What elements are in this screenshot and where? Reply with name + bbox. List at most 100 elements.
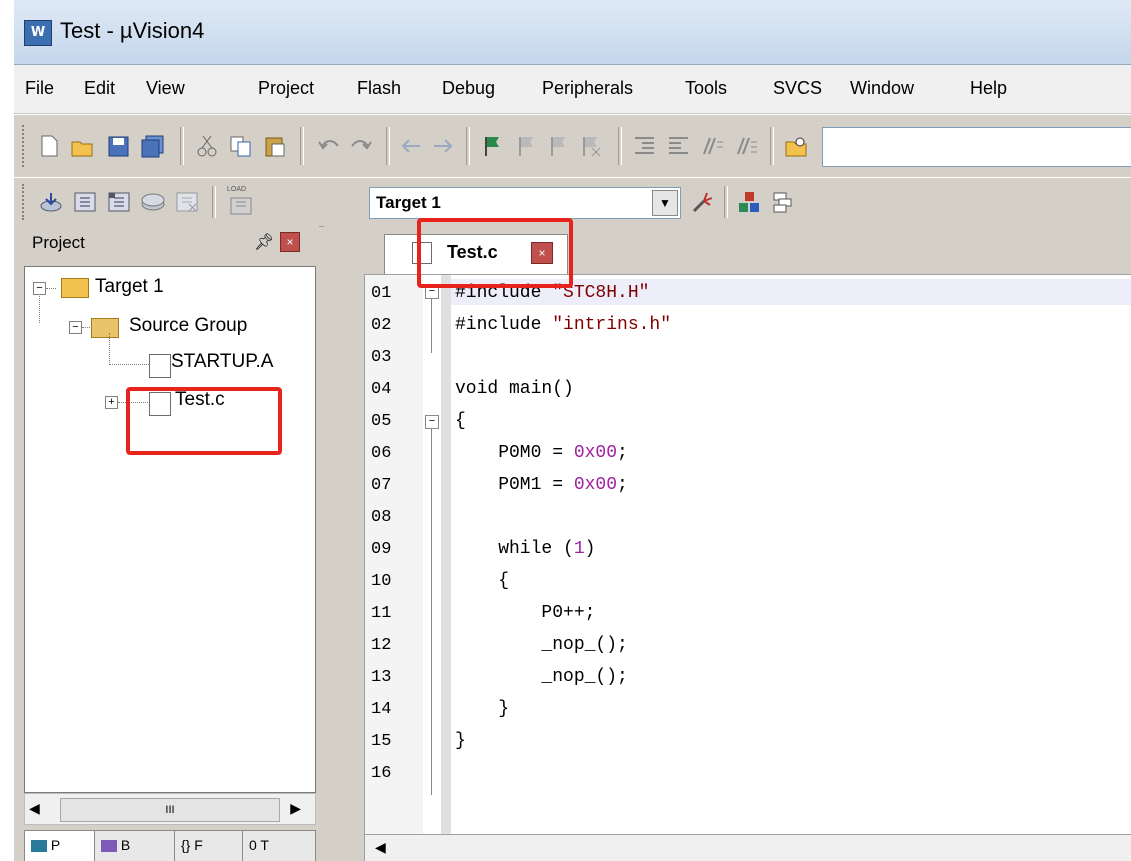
uncomment-icon[interactable]: [734, 134, 760, 158]
target-folder-icon: [61, 278, 89, 298]
tree-label-startup: STARTUP.A: [171, 351, 274, 372]
forward-icon[interactable]: [430, 134, 456, 158]
menu-file[interactable]: File: [25, 78, 54, 99]
download-icon[interactable]: LOAD: [226, 186, 256, 218]
code-margin-stripe: [441, 275, 451, 835]
toolbar-grip[interactable]: [22, 184, 28, 220]
tab-books[interactable]: B: [94, 830, 180, 861]
find-in-files-icon[interactable]: [784, 134, 810, 158]
rebuild-icon[interactable]: [106, 190, 132, 214]
menu-peripherals[interactable]: Peripherals: [542, 78, 633, 99]
tree-connector: [109, 333, 110, 363]
line-number: 05: [371, 412, 392, 431]
tab-project[interactable]: P: [24, 830, 100, 861]
copy-icon[interactable]: [228, 134, 254, 158]
chevron-down-icon[interactable]: ▼: [652, 190, 678, 216]
line-number: 16: [371, 764, 392, 783]
save-all-icon[interactable]: [140, 134, 166, 158]
target-options-icon[interactable]: [690, 190, 716, 214]
code-line: {: [455, 571, 510, 591]
scroll-left-icon[interactable]: ◀: [375, 839, 386, 856]
project-tab-icon: [31, 840, 47, 853]
menu-window[interactable]: Window: [850, 78, 914, 99]
collapse-icon[interactable]: −: [33, 282, 46, 295]
toolbar-separator: [300, 127, 304, 165]
code-line: void main(): [455, 379, 574, 399]
cut-icon[interactable]: [194, 134, 220, 158]
tab-templates[interactable]: 0 T: [242, 830, 316, 861]
fold-line: [431, 428, 432, 795]
tree-connector: [39, 293, 40, 323]
line-number: 09: [371, 540, 392, 559]
batch-build-icon[interactable]: [140, 190, 166, 214]
bookmark-icon[interactable]: [480, 134, 506, 158]
folder-icon: [91, 318, 119, 338]
manage-books-icon[interactable]: [770, 190, 796, 214]
menu-edit[interactable]: Edit: [84, 78, 115, 99]
pin-icon[interactable]: 📌︎: [254, 232, 274, 252]
paste-icon[interactable]: [262, 134, 288, 158]
menu-view[interactable]: View: [146, 78, 185, 99]
horizontal-scrollbar[interactable]: ◀ III ▶: [24, 793, 316, 825]
tab-functions[interactable]: {} F: [174, 830, 248, 861]
tree-label-source-group: Source Group: [129, 315, 248, 336]
unindent-icon[interactable]: [666, 134, 692, 158]
menu-svcs[interactable]: SVCS: [773, 78, 822, 99]
toolbar-grip[interactable]: [22, 125, 28, 167]
toolbar-separator: [212, 186, 216, 218]
tree-connector: [109, 364, 149, 365]
undo-icon[interactable]: [316, 134, 342, 158]
open-icon[interactable]: [70, 134, 96, 158]
code-line: P0++;: [455, 603, 596, 623]
toolbar-separator: [386, 127, 390, 165]
line-number: 10: [371, 572, 392, 591]
build-icon[interactable]: [72, 190, 98, 214]
line-number: 13: [371, 668, 392, 687]
next-bookmark-icon[interactable]: [546, 134, 572, 158]
stop-build-icon[interactable]: [174, 190, 200, 214]
collapse-icon[interactable]: −: [69, 321, 82, 334]
close-icon[interactable]: ×: [280, 232, 300, 252]
code-editor[interactable]: − − 01 02 03 04 05 06 07 08 09 10 11 12 …: [364, 274, 1131, 836]
line-number: 02: [371, 316, 392, 335]
save-icon[interactable]: [106, 134, 132, 158]
editor-horizontal-scrollbar[interactable]: ◀: [364, 834, 1131, 861]
back-icon[interactable]: [398, 134, 424, 158]
clear-bookmarks-icon[interactable]: [578, 134, 604, 158]
expand-icon[interactable]: +: [105, 396, 118, 409]
fold-collapse-icon[interactable]: −: [425, 415, 439, 429]
project-panel-header: Project 📌︎ ×: [14, 226, 319, 260]
indent-icon[interactable]: [632, 134, 658, 158]
fold-line: [431, 298, 432, 353]
code-line: P0M1 = 0x00;: [455, 475, 628, 495]
new-file-icon[interactable]: [36, 134, 62, 158]
comment-icon[interactable]: [700, 134, 726, 158]
line-number: 06: [371, 444, 392, 463]
scroll-thumb[interactable]: III: [60, 798, 280, 822]
tree-connector: [82, 327, 90, 328]
target-select[interactable]: Target 1 ▼: [369, 187, 681, 219]
menu-help[interactable]: Help: [970, 78, 1007, 99]
fold-margin: [423, 275, 443, 835]
toolbar-separator: [770, 127, 774, 165]
redo-icon[interactable]: [348, 134, 374, 158]
prev-bookmark-icon[interactable]: [514, 134, 540, 158]
menu-flash[interactable]: Flash: [357, 78, 401, 99]
code-line: while (1): [455, 539, 596, 559]
menu-bar: File Edit View Project Flash Debug Perip…: [14, 65, 1131, 114]
tree-connector: [46, 288, 56, 289]
project-panel: Project 📌︎ × − Target 1 − Source Group S…: [14, 226, 319, 861]
asm-file-icon: [149, 354, 171, 378]
scroll-left-icon[interactable]: ◀: [29, 800, 40, 817]
menu-project[interactable]: Project: [258, 78, 314, 99]
manage-components-icon[interactable]: [736, 190, 762, 214]
title-bar: W Test - µVision4: [14, 0, 1131, 65]
window-title: Test - µVision4: [60, 18, 205, 43]
translate-icon[interactable]: [38, 190, 64, 214]
menu-tools[interactable]: Tools: [685, 78, 727, 99]
scroll-right-icon[interactable]: ▶: [290, 800, 301, 817]
menu-debug[interactable]: Debug: [442, 78, 495, 99]
find-field[interactable]: [822, 127, 1131, 167]
tab-books-label: B: [120, 837, 131, 853]
code-line: }: [455, 699, 510, 719]
